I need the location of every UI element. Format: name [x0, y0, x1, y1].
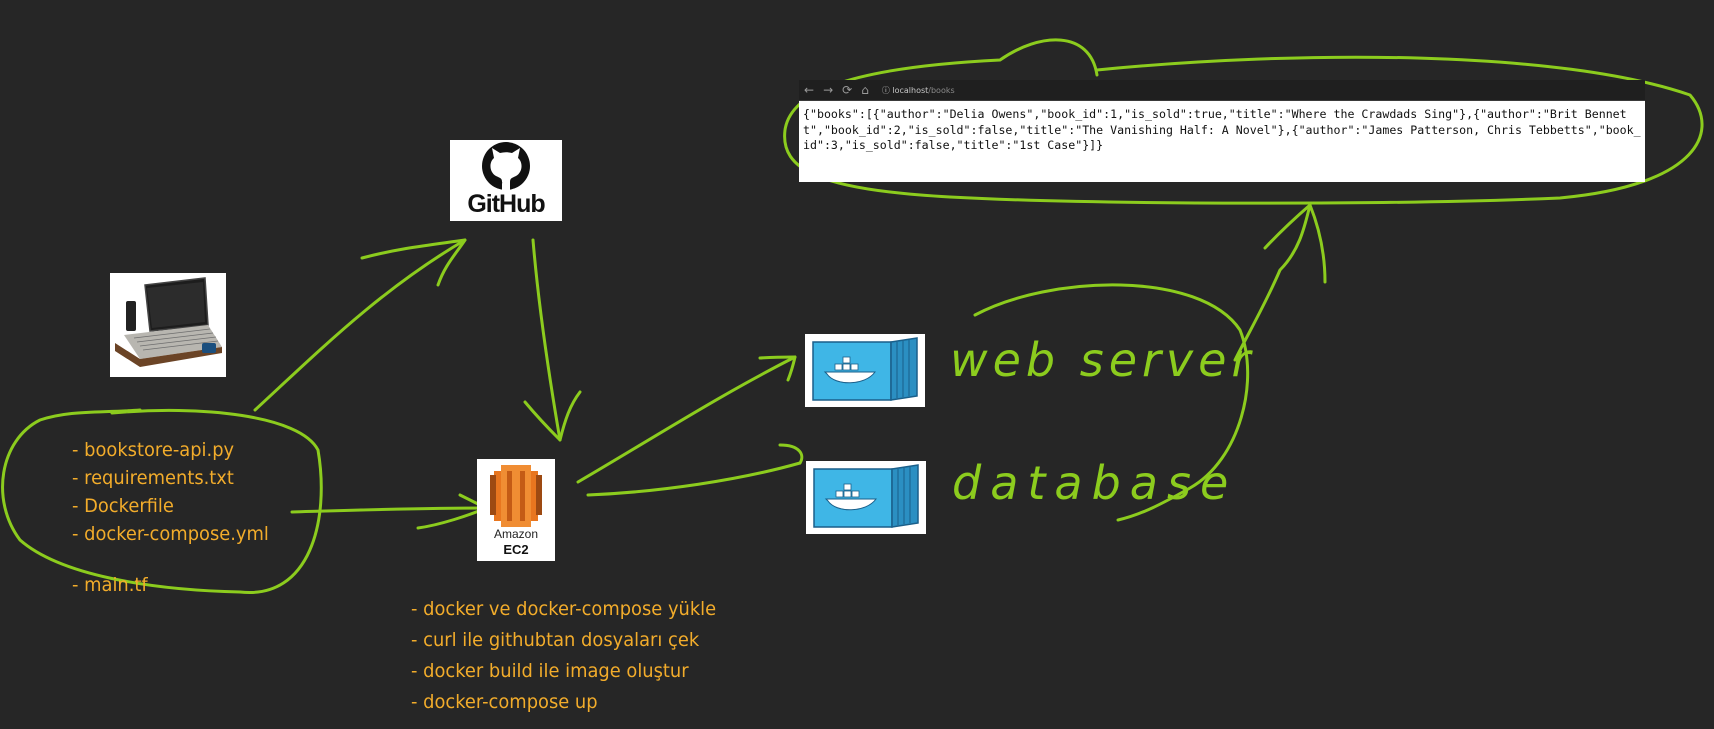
aws-ec2-logo: Amazon EC2 — [477, 459, 555, 561]
setup-steps: - docker ve docker-compose yükle - curl … — [411, 594, 716, 718]
github-wordmark: GitHub — [467, 190, 545, 218]
file-item: - bookstore-api.py — [72, 439, 235, 461]
file-item: - requirements.txt — [72, 467, 234, 489]
url-host: localhost — [892, 85, 929, 95]
url-path: /books — [928, 85, 955, 95]
terraform-file: - main.tf — [72, 574, 148, 596]
browser-window: ← → ⟳ ⌂ ⓘ localhost/books {"books":[{"au… — [799, 80, 1645, 182]
database-label: database — [952, 456, 1238, 510]
forward-icon[interactable]: → — [823, 84, 833, 96]
aws-ec2-icon — [490, 465, 542, 527]
step-item: - docker build ile image oluştur — [411, 660, 689, 682]
address-bar[interactable]: ⓘ localhost/books — [882, 85, 955, 96]
home-icon[interactable]: ⌂ — [861, 84, 869, 96]
ec2-model: EC2 — [503, 542, 529, 557]
info-icon: ⓘ — [881, 85, 890, 95]
laptop-to-github-arrow — [253, 238, 467, 412]
file-item: - Dockerfile — [72, 495, 174, 517]
webserver-label: web server — [950, 333, 1256, 387]
step-item: - curl ile githubtan dosyaları çek — [411, 629, 700, 651]
step-item: - docker-compose up — [411, 691, 598, 713]
back-icon[interactable]: ← — [804, 84, 814, 96]
ec2-to-webserver-arrow — [576, 355, 797, 484]
github-logo: GitHub — [450, 140, 562, 221]
database-container-icon — [806, 461, 926, 534]
github-to-ec2-arrow — [531, 238, 562, 442]
webserver-container-icon — [805, 334, 925, 407]
json-response: {"books":[{"author":"Delia Owens","book_… — [803, 107, 1641, 152]
github-octocat-icon — [482, 142, 530, 190]
browser-toolbar: ← → ⟳ ⌂ ⓘ localhost/books — [799, 80, 1645, 101]
file-list: - bookstore-api.py - requirements.txt - … — [72, 436, 269, 548]
laptop-image — [110, 273, 226, 377]
file-item: - docker-compose.yml — [72, 523, 269, 545]
ec2-to-database-arrow — [586, 461, 802, 497]
ec2-brand: Amazon — [493, 527, 539, 541]
step-item: - docker ve docker-compose yükle — [411, 598, 717, 620]
reload-icon[interactable]: ⟳ — [842, 84, 852, 96]
